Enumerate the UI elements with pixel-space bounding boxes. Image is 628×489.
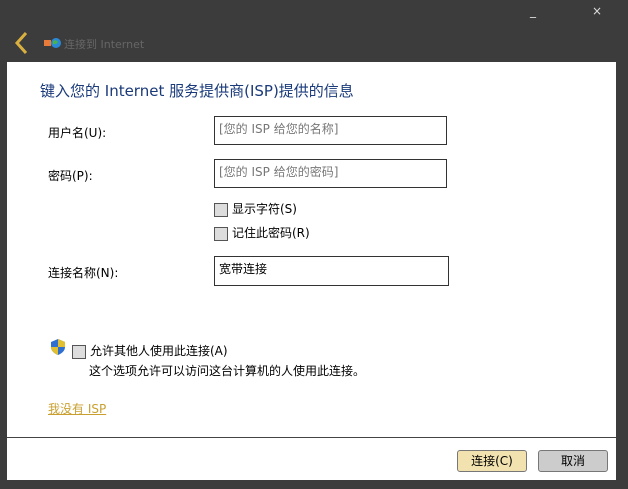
connection-name-label: 连接名称(N):	[48, 266, 119, 280]
minimize-button[interactable]: _	[530, 4, 536, 18]
connect-button[interactable]: 连接(C)	[457, 450, 527, 472]
username-input[interactable]: [您的 ISP 给您的名称]	[214, 116, 447, 145]
show-characters-label: 显示字符(S)	[232, 202, 297, 216]
window-title: 连接到 Internet	[64, 38, 145, 51]
network-globe-icon	[44, 37, 62, 52]
back-button[interactable]	[12, 30, 32, 59]
password-input[interactable]: [您的 ISP 给您的密码]	[214, 159, 447, 188]
remember-password-label: 记住此密码(R)	[232, 226, 310, 240]
allow-others-checkbox[interactable]: 允许其他人使用此连接(A)	[72, 342, 228, 359]
password-label: 密码(P):	[48, 169, 93, 183]
checkbox-box	[214, 202, 228, 217]
remember-password-checkbox[interactable]: 记住此密码(R)	[214, 224, 310, 241]
footer-divider	[7, 437, 616, 438]
cancel-button[interactable]: 取消	[538, 450, 608, 472]
no-isp-link[interactable]: 我没有 ISP	[48, 400, 106, 417]
allow-others-label: 允许其他人使用此连接(A)	[90, 344, 228, 358]
back-arrow-icon	[14, 31, 28, 55]
checkbox-box	[72, 344, 86, 359]
allow-others-description: 这个选项允许可以访问这台计算机的人使用此连接。	[89, 364, 366, 378]
uac-shield-icon	[51, 339, 65, 358]
checkbox-box	[214, 226, 228, 241]
username-label: 用户名(U):	[48, 126, 107, 140]
show-characters-checkbox[interactable]: 显示字符(S)	[214, 200, 297, 217]
close-button[interactable]: ×	[592, 4, 602, 18]
connection-name-input[interactable]: 宽带连接	[214, 256, 449, 286]
page-title: 键入您的 Internet 服务提供商(ISP)提供的信息	[40, 82, 354, 100]
